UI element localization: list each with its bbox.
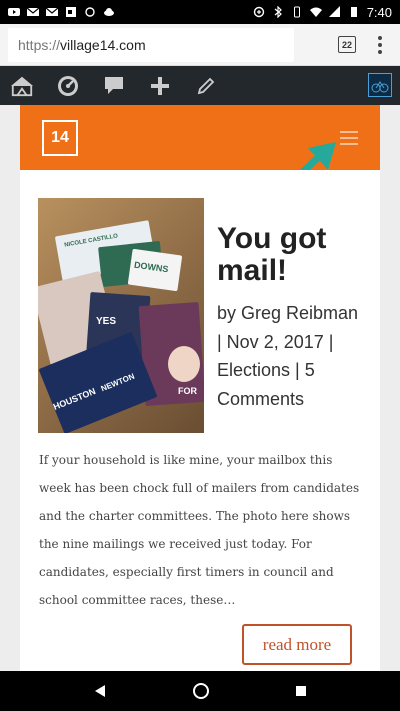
clock: 7:40 <box>366 4 392 20</box>
cloud-icon <box>104 8 114 16</box>
url-scheme: https:// <box>18 36 61 53</box>
tab-switcher-button[interactable]: 22 <box>338 36 356 53</box>
data-saver-icon <box>253 6 264 18</box>
admin-bar <box>0 66 400 105</box>
office-icon <box>66 7 76 17</box>
back-icon[interactable] <box>93 684 107 698</box>
read-more-button[interactable]: read more <box>242 624 352 665</box>
thumb-text: YES <box>96 316 117 327</box>
site-logo[interactable]: 14 <box>42 120 78 156</box>
hamburger-menu-icon[interactable] <box>340 131 358 145</box>
browser-menu-icon[interactable] <box>375 35 385 54</box>
avatar[interactable] <box>368 73 392 97</box>
home-icon[interactable] <box>192 682 210 700</box>
sync-icon <box>85 7 95 17</box>
post-title[interactable]: You got mail! <box>217 223 367 287</box>
edit-icon[interactable] <box>194 74 218 98</box>
battery-icon <box>350 7 357 17</box>
new-post-icon[interactable] <box>148 74 172 98</box>
signal-icon <box>328 6 340 17</box>
post-excerpt: If your household is like mine, your mai… <box>39 453 360 607</box>
post-thumbnail[interactable]: NICOLE CASTILLO DOWNS YES HOUSTON NEWTON… <box>38 198 204 433</box>
status-right-icons: 7:40 <box>253 5 392 20</box>
youtube-icon <box>8 8 20 16</box>
url-field[interactable]: https:// village14.com <box>8 27 294 62</box>
thumb-text: FOR <box>178 386 197 396</box>
gmail-icon <box>46 7 58 16</box>
dashboard-icon[interactable] <box>56 74 80 98</box>
post-card: NICOLE CASTILLO DOWNS YES HOUSTON NEWTON… <box>20 170 380 671</box>
status-left-icons <box>8 6 115 18</box>
recents-icon[interactable] <box>295 685 307 697</box>
gmail-icon <box>27 7 39 16</box>
bluetooth-icon <box>274 6 282 18</box>
browser-toolbar: https:// village14.com 22 <box>0 24 400 66</box>
android-nav-bar <box>0 671 400 711</box>
url-host: village14.com <box>60 36 146 53</box>
comments-icon[interactable] <box>102 74 126 98</box>
status-bar: 7:40 <box>0 0 400 24</box>
post-meta: by Greg Reibman | Nov 2, 2017 | Election… <box>217 303 359 409</box>
my-sites-icon[interactable] <box>10 74 34 98</box>
vibrate-icon <box>293 6 300 18</box>
wifi-icon <box>309 7 322 17</box>
